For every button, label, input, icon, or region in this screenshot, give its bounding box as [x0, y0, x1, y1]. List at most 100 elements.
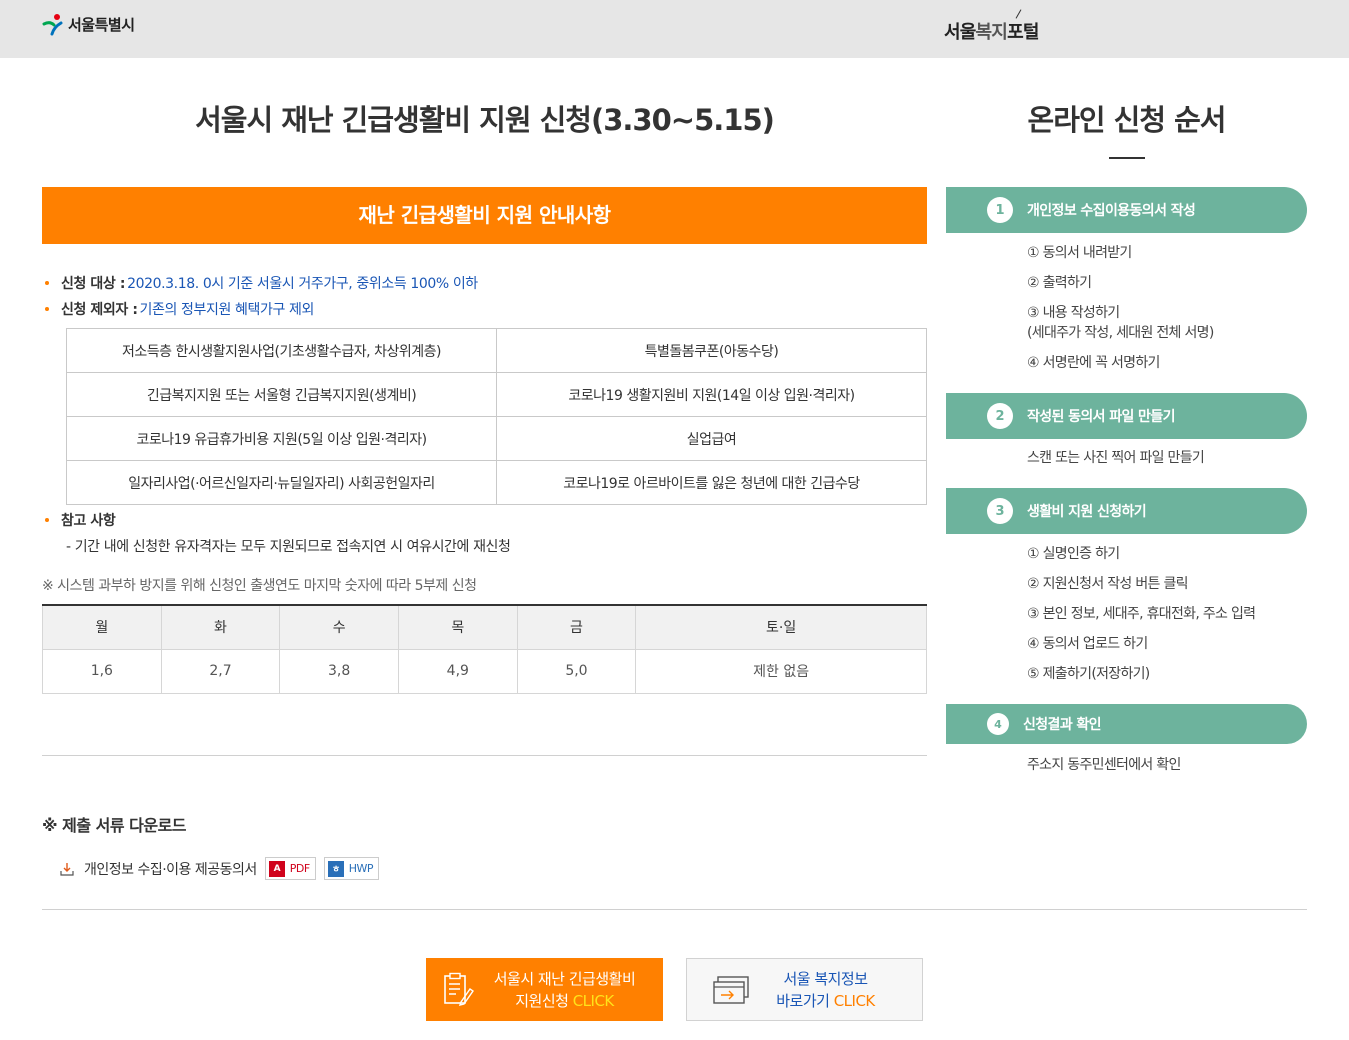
- document-pen-icon: [444, 972, 474, 1006]
- welfare-portal-logo[interactable]: 서울복지포털: [944, 18, 1039, 44]
- exclusion-value: 기존의 정부지원 혜택가구 제외: [139, 302, 315, 318]
- step-label: 생활비 지원 신청하기: [1027, 504, 1147, 520]
- step-1-item: ① 동의서 내려받기: [1027, 245, 1132, 261]
- portal-logo-accent: 복지: [975, 22, 1008, 43]
- table-cell: 일자리사업(·어르신일자리·뉴딜일자리) 사회공헌일자리: [66, 460, 497, 505]
- weekday-header: 목: [397, 605, 518, 650]
- portal-line1: 서울 복지정보: [783, 969, 868, 988]
- eligibility-row: 신청 대상 : 2020.3.18. 0시 기준 서울시 거주가구, 중위소득 …: [45, 273, 478, 293]
- eligibility-value: 2020.3.18. 0시 기준 서울시 거주가구, 중위소득 100% 이하: [127, 276, 478, 292]
- note-label: 참고 사항: [61, 513, 116, 529]
- step-1-item: ④ 서명란에 꼭 서명하기: [1027, 355, 1160, 371]
- table-row: 1,6 2,7 3,8 4,9 5,0 제한 없음: [42, 648, 927, 694]
- bullet-icon: [45, 307, 49, 311]
- exclusion-label: 신청 제외자 :: [61, 302, 138, 318]
- table-cell: 코로나19 생활지원비 지원(14일 이상 입원·격리자): [496, 372, 927, 417]
- hwp-download-button[interactable]: ㅎ HWP: [323, 857, 380, 880]
- weekday-header: 월: [42, 605, 162, 650]
- step-3-item: ④ 동의서 업로드 하기: [1027, 636, 1148, 652]
- apply-line2-wrap: 지원신청 CLICK: [474, 990, 655, 1012]
- title-underline: [1109, 157, 1145, 159]
- step-4-pill[interactable]: 4 신청결과 확인: [946, 704, 1307, 744]
- table-cell: 코로나19로 아르바이트를 잃은 청년에 대한 긴급수당: [496, 460, 927, 505]
- birth-digit-cell: 1,6: [42, 648, 162, 694]
- step-number: 4: [987, 713, 1009, 735]
- birth-digit-cell: 제한 없음: [635, 648, 927, 694]
- note-text: - 기간 내에 신청한 유자격자는 모두 지원되므로 접속지연 시 여유시간에 …: [66, 539, 511, 555]
- step-3-item: ③ 본인 정보, 세대주, 휴대전화, 주소 입력: [1027, 606, 1256, 622]
- exclusion-row: 신청 제외자 : 기존의 정부지원 혜택가구 제외: [45, 299, 314, 319]
- bullet-icon: [45, 281, 49, 285]
- birth-digit-cell: 2,7: [160, 648, 281, 694]
- portal-click: CLICK: [833, 991, 876, 1010]
- step-3-item: ⑤ 제출하기(저장하기): [1027, 666, 1150, 682]
- table-cell: 긴급복지지원 또는 서울형 긴급복지지원(생계비): [66, 372, 497, 417]
- table-cell: 특별돌봄쿠폰(아동수당): [496, 328, 927, 373]
- apply-button[interactable]: 서울시 재난 긴급생활비 지원신청 CLICK: [426, 958, 663, 1021]
- weekday-header: 토·일: [635, 605, 927, 650]
- portal-line2: 바로가기: [776, 991, 830, 1010]
- step-4-item: 주소지 동주민센터에서 확인: [1027, 757, 1181, 773]
- step-number: 2: [987, 403, 1013, 429]
- birth-digit-cell: 3,8: [279, 648, 399, 694]
- hwp-label: HWP: [348, 862, 374, 875]
- table-row: 일자리사업(·어르신일자리·뉴딜일자리) 사회공헌일자리 코로나19로 아르바이…: [66, 460, 927, 505]
- hwp-icon: ㅎ: [327, 860, 344, 877]
- exclusion-table: 저소득층 한시생활지원사업(기초생활수급자, 차상위계층) 특별돌봄쿠폰(아동수…: [66, 328, 927, 505]
- top-bar: 서울특별시 서울복지포털: [0, 0, 1349, 58]
- step-3-item: ② 지원신청서 작성 버튼 클릭: [1027, 576, 1189, 592]
- step-label: 개인정보 수집이용동의서 작성: [1027, 203, 1196, 219]
- step-1-pill[interactable]: 1 개인정보 수집이용동의서 작성: [946, 187, 1307, 233]
- divider: [42, 909, 1307, 910]
- step-number: 1: [987, 197, 1013, 223]
- weekday-table: 월 화 수 목 금 토·일 1,6 2,7 3,8 4,9 5,0 제한 없음: [42, 604, 927, 694]
- step-2-pill[interactable]: 2 작성된 동의서 파일 만들기: [946, 393, 1307, 439]
- apply-line1: 서울시 재난 긴급생활비: [493, 969, 636, 988]
- download-icon: [60, 862, 74, 876]
- welfare-info-button-label: 서울 복지정보 바로가기 CLICK: [751, 968, 922, 1012]
- table-row: 코로나19 유급휴가비용 지원(5일 이상 입원·격리자) 실업급여: [66, 416, 927, 461]
- table-cell: 실업급여: [496, 416, 927, 461]
- download-item-label: 개인정보 수집·이용 제공동의서: [84, 861, 257, 878]
- portal-logo-end: 포털: [1007, 22, 1039, 43]
- step-3-item: ① 실명인증 하기: [1027, 546, 1120, 562]
- weekday-header: 수: [279, 605, 399, 650]
- pdf-download-button[interactable]: A PDF: [264, 857, 316, 880]
- seoul-city-logo[interactable]: 서울특별시: [41, 12, 135, 36]
- download-row: 개인정보 수집·이용 제공동의서 A PDF ㅎ HWP: [60, 857, 380, 880]
- sidebar-title: 온라인 신청 순서: [1027, 103, 1227, 137]
- step-1-item: ③ 내용 작성하기: [1027, 305, 1120, 321]
- browser-window-icon: [713, 975, 749, 1004]
- pdf-icon: A: [268, 860, 285, 877]
- weekday-header: 화: [160, 605, 281, 650]
- seoul-logo-icon: [42, 14, 63, 36]
- step-3-pill[interactable]: 3 생활비 지원 신청하기: [946, 488, 1307, 534]
- step-1-item: ② 출력하기: [1027, 275, 1092, 291]
- table-row: 긴급복지지원 또는 서울형 긴급복지지원(생계비) 코로나19 생활지원비 지원…: [66, 372, 927, 417]
- seoul-logo-text: 서울특별시: [68, 15, 135, 34]
- step-label: 작성된 동의서 파일 만들기: [1027, 409, 1176, 425]
- portal-logo-main: 서울: [944, 22, 976, 43]
- step-label: 신청결과 확인: [1023, 717, 1102, 733]
- welfare-info-button[interactable]: 서울 복지정보 바로가기 CLICK: [686, 958, 923, 1021]
- page-title: 서울시 재난 긴급생활비 지원 신청(3.30~5.15): [195, 103, 775, 137]
- step-2-item: 스캔 또는 사진 찍어 파일 만들기: [1027, 450, 1205, 466]
- system-note: ※ 시스템 과부하 방지를 위해 신청인 출생연도 마지막 숫자에 따라 5부제…: [42, 578, 477, 594]
- guide-banner: 재난 긴급생활비 지원 안내사항: [42, 187, 927, 244]
- divider: [42, 755, 927, 756]
- apply-click: CLICK: [572, 991, 615, 1010]
- pdf-label: PDF: [289, 862, 310, 875]
- table-cell: 코로나19 유급휴가비용 지원(5일 이상 입원·격리자): [66, 416, 497, 461]
- download-title: ※ 제출 서류 다운로드: [42, 816, 187, 835]
- table-header-row: 월 화 수 목 금 토·일: [42, 605, 927, 650]
- table-cell: 저소득층 한시생활지원사업(기초생활수급자, 차상위계층): [66, 328, 497, 373]
- step-number: 3: [987, 498, 1013, 524]
- birth-digit-cell: 4,9: [397, 648, 518, 694]
- table-row: 저소득층 한시생활지원사업(기초생활수급자, 차상위계층) 특별돌봄쿠폰(아동수…: [66, 328, 927, 373]
- apply-button-label: 서울시 재난 긴급생활비 지원신청 CLICK: [474, 968, 663, 1012]
- eligibility-label: 신청 대상 :: [61, 276, 126, 292]
- apply-line2: 지원신청: [515, 991, 569, 1010]
- bullet-icon: [45, 518, 49, 522]
- weekday-header: 금: [516, 605, 637, 650]
- note-row: 참고 사항: [45, 510, 116, 530]
